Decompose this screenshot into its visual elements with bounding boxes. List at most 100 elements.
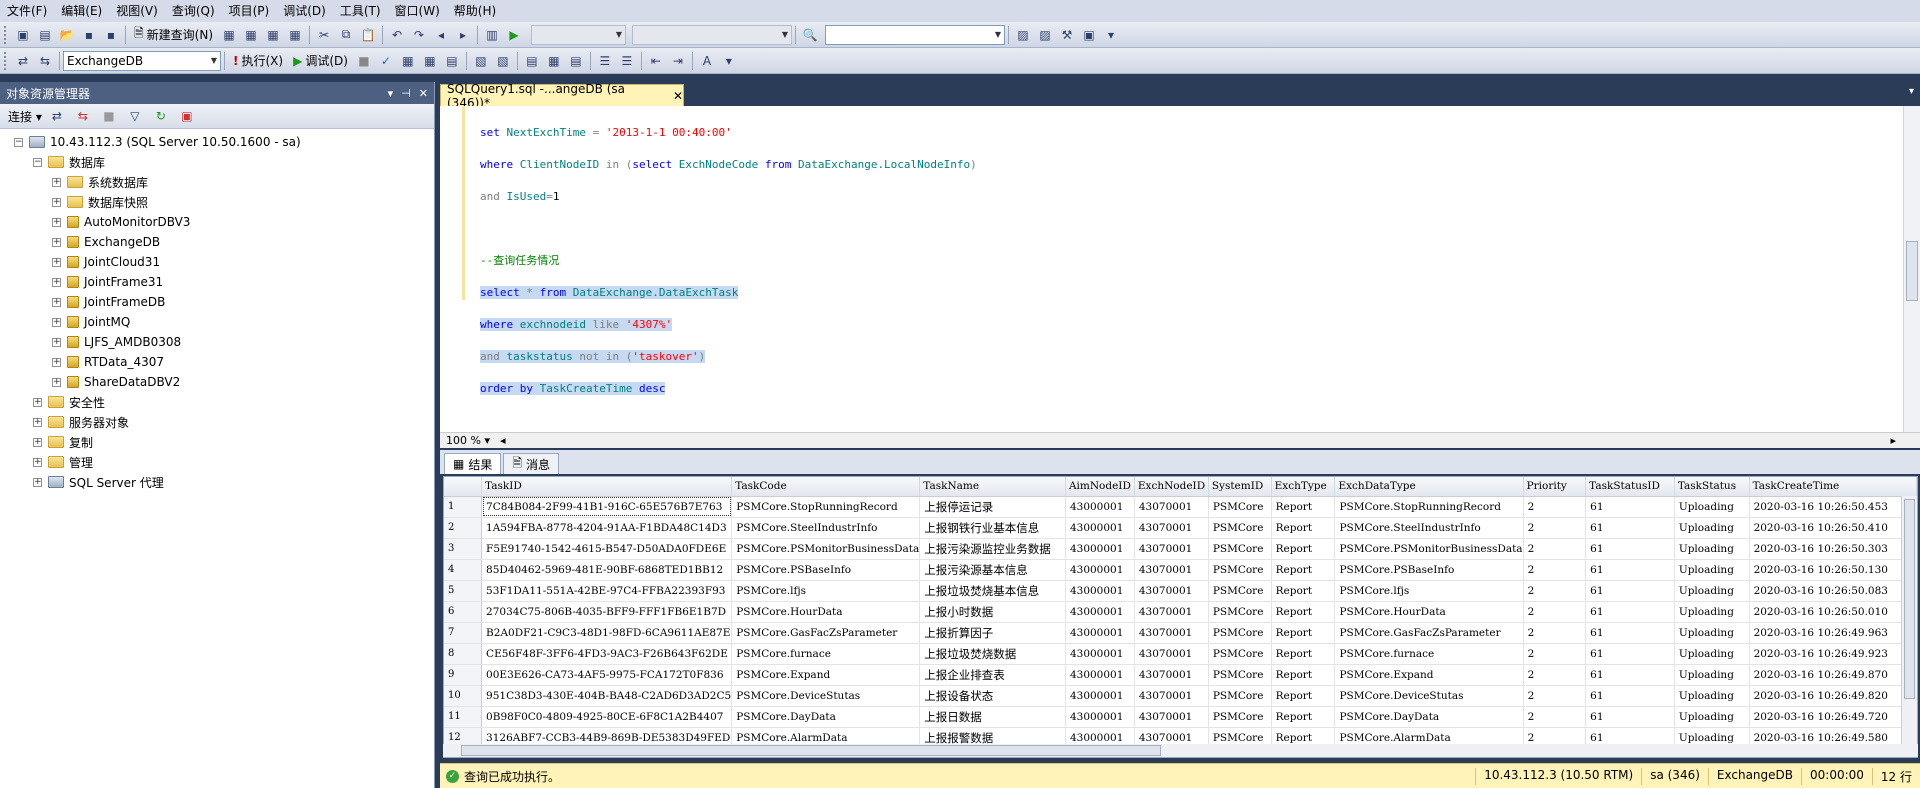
client-stats-icon[interactable]: ▧ (493, 51, 513, 71)
grid-cell[interactable]: 2020-03-16 10:26:50.010 (1749, 601, 1917, 623)
grid-cell[interactable]: 43070001 (1134, 622, 1209, 644)
increase-indent-icon[interactable]: ⇥ (668, 51, 688, 71)
grid-cell[interactable]: 43000001 (1065, 538, 1135, 560)
grid-cell[interactable]: PSMCore (1208, 622, 1272, 644)
results-to-grid-icon[interactable]: ▦ (544, 51, 564, 71)
grid-cell[interactable]: Uploading (1674, 706, 1750, 728)
table-row[interactable]: 4 85D40462-5969-481E-90BF-6868TED1BB12 PSM… (444, 559, 1917, 581)
grid-cell[interactable]: 43000001 (1065, 643, 1135, 665)
grid-cell[interactable]: 61 (1585, 643, 1675, 665)
filter-icon[interactable]: ▽ (125, 106, 145, 126)
grid-cell[interactable]: 61 (1585, 601, 1675, 623)
grid-cell[interactable]: 27034C75-806B-4035-BFF9-FFF1FB6E1B7D (481, 601, 733, 623)
expand-icon[interactable]: + (52, 237, 61, 247)
grid-cell[interactable]: 43070001 (1134, 517, 1209, 539)
grid-cell[interactable]: PSMCore.SteelIndustrInfo (731, 517, 921, 539)
grid-cell[interactable]: 43000001 (1065, 622, 1135, 644)
row-number[interactable]: 5 (444, 580, 483, 602)
grid-cell[interactable]: 43000001 (1065, 664, 1135, 686)
table-row[interactable]: 2 1A594FBA-8778-4204-91AA-F1BDA48C14D3 PSM… (444, 517, 1917, 539)
navigate-back-icon[interactable]: ◂ (431, 25, 451, 45)
row-number[interactable]: 10 (444, 685, 483, 707)
debug-button[interactable]: ▶ 调试(D) (288, 52, 353, 69)
grid-cell[interactable]: F5E91740-1542-4615-B547-D50ADA0FDE6E (481, 538, 733, 560)
grid-cell[interactable]: 2020-03-16 10:26:49.923 (1749, 643, 1917, 665)
table-row[interactable]: 6 27034C75-806B-4035-BFF9-FFF1FB6E1B7D PSM… (444, 601, 1917, 623)
grid-cell[interactable]: 上报垃圾焚烧基本信息 (919, 580, 1066, 602)
connect-dropdown[interactable]: 连接 ▾ (8, 108, 42, 125)
grid-cell[interactable]: 0B98F0C0-4809-4925-80CE-6F8C1A2B4407 (481, 706, 733, 728)
toolbox-icon[interactable]: ▣ (1079, 25, 1099, 45)
expand-icon[interactable]: + (33, 477, 42, 487)
menu-item[interactable]: 编辑(E) (54, 0, 109, 22)
grid-cell[interactable]: 上报垃圾焚烧数据 (919, 643, 1066, 665)
grid-cell[interactable]: Report (1271, 601, 1336, 623)
decrease-indent-icon[interactable]: ⇤ (646, 51, 666, 71)
paste-icon[interactable]: 📋 (358, 25, 378, 45)
row-number[interactable]: 7 (444, 622, 483, 644)
grid-cell[interactable]: 43000001 (1065, 496, 1135, 518)
grid-cell[interactable]: PSMCore (1208, 559, 1272, 581)
navigate-forward-icon[interactable]: ▸ (453, 25, 473, 45)
close-icon[interactable]: ✕ (419, 87, 428, 100)
grid-cell[interactable]: 2020-03-16 10:26:49.720 (1749, 706, 1917, 728)
grid-cell[interactable]: PSMCore.furnace (1334, 643, 1524, 665)
table-row[interactable]: 9 00E3E626-CA73-4AF5-9975-FCA172T0F836 PSM… (444, 664, 1917, 686)
grid-cell[interactable]: 2020-03-16 10:26:50.453 (1749, 496, 1917, 518)
grid-cell[interactable]: 2020-03-16 10:26:49.963 (1749, 622, 1917, 644)
grid-cell[interactable]: 00E3E626-CA73-4AF5-9975-FCA172T0F836 (481, 664, 733, 686)
new-project-icon[interactable]: ▣ (13, 25, 33, 45)
menu-item[interactable]: 帮助(H) (447, 0, 503, 22)
grid-cell[interactable]: 2020-03-16 10:26:50.410 (1749, 517, 1917, 539)
connect-server-icon[interactable]: ⇄ (47, 106, 67, 126)
grid-cell[interactable]: 43000001 (1065, 580, 1135, 602)
grid-cell[interactable]: 85D40462-5969-481E-90BF-6868TED1BB12 (481, 559, 733, 581)
grid-cell[interactable]: 上报钢铁行业基本信息 (919, 517, 1066, 539)
properties-icon[interactable]: ⚒ (1057, 25, 1077, 45)
grid-cell[interactable]: 上报日数据 (919, 706, 1066, 728)
grid-cell[interactable]: 上报小时数据 (919, 601, 1066, 623)
grid-cell[interactable]: 上报污染源基本信息 (919, 559, 1066, 581)
tab-results[interactable]: ▦ 结果 (444, 453, 502, 474)
menu-item[interactable]: 窗口(W) (388, 0, 447, 22)
query-designer-icon[interactable]: ▦ (420, 51, 440, 71)
grid-cell[interactable]: Report (1271, 496, 1336, 518)
mdx-query-icon[interactable]: ▦ (263, 25, 283, 45)
tree-node-database[interactable]: + LJFS_AMDB0308 (0, 332, 434, 352)
grid-cell[interactable]: Uploading (1674, 622, 1750, 644)
close-tab-icon[interactable]: ✕ (673, 89, 683, 103)
toolbar-grip[interactable] (4, 25, 8, 44)
grid-cell[interactable]: Report (1271, 580, 1336, 602)
grid-cell[interactable]: 2 (1523, 643, 1587, 665)
tree-node-folder[interactable]: + 管理 (0, 452, 434, 472)
grid-cell[interactable]: 2 (1523, 622, 1587, 644)
column-header[interactable]: TaskStatusID (1585, 477, 1675, 497)
column-header[interactable]: TaskName (919, 477, 1066, 497)
grid-cell[interactable]: 61 (1585, 538, 1675, 560)
row-number[interactable]: 6 (444, 601, 483, 623)
grid-cell[interactable]: Report (1271, 622, 1336, 644)
grid-cell[interactable]: 2 (1523, 517, 1587, 539)
grid-horizontal-scrollbar[interactable] (443, 744, 1918, 757)
grid-cell[interactable]: PSMCore (1208, 517, 1272, 539)
grid-cell[interactable]: Report (1271, 559, 1336, 581)
grid-cell[interactable]: PSMCore (1208, 580, 1272, 602)
expand-icon[interactable]: + (52, 377, 61, 387)
grid-cell[interactable]: Report (1271, 706, 1336, 728)
grid-cell[interactable]: 2020-03-16 10:26:49.870 (1749, 664, 1917, 686)
tree-node-database[interactable]: + RTData_4307 (0, 352, 434, 372)
grid-cell[interactable]: PSMCore.PSBaseInfo (731, 559, 921, 581)
row-number[interactable]: 4 (444, 559, 483, 581)
connect-icon[interactable]: ⇄ (13, 51, 33, 71)
column-header[interactable]: TaskCode (731, 477, 921, 497)
grid-cell[interactable]: PSMCore.furnace (731, 643, 921, 665)
row-number[interactable]: 3 (444, 538, 483, 560)
tree-node-databases[interactable]: − 数据库 (0, 152, 434, 172)
grid-cell[interactable]: 61 (1585, 664, 1675, 686)
stop-icon[interactable]: ■ (354, 51, 374, 71)
expand-icon[interactable]: + (33, 457, 42, 467)
menu-item[interactable]: 查询(Q) (165, 0, 222, 22)
grid-cell[interactable]: PSMCore.StopRunningRecord (731, 496, 921, 518)
column-header[interactable]: ExchDataType (1334, 477, 1524, 497)
registered-servers-icon[interactable]: ▨ (1013, 25, 1033, 45)
